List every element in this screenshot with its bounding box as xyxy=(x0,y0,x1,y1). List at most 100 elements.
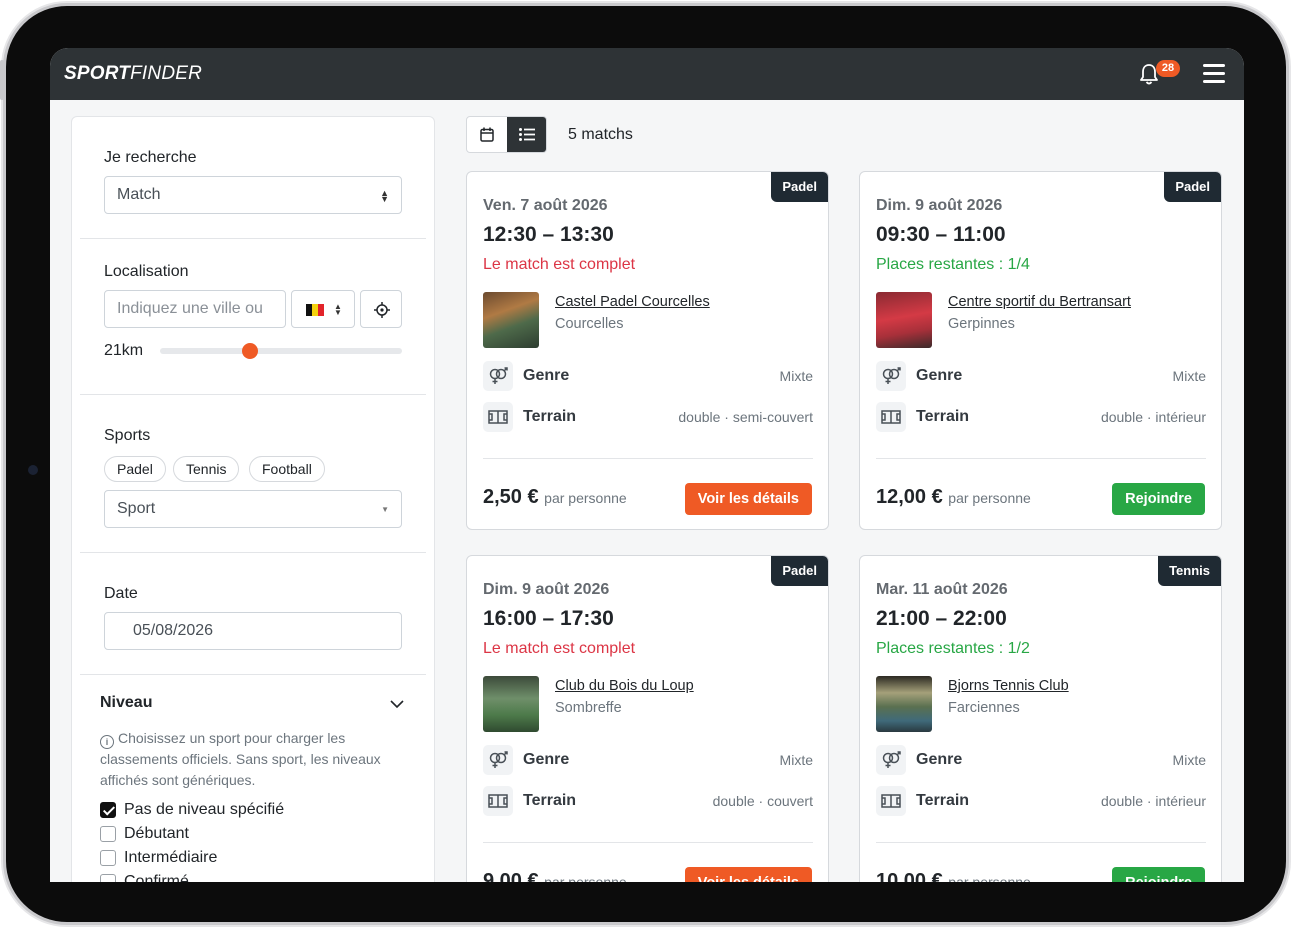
genre-label: Genre xyxy=(916,751,963,768)
radius-slider-thumb[interactable] xyxy=(241,343,258,359)
card-divider xyxy=(876,458,1206,459)
club-name-link[interactable]: Centre sportif du Bertransart xyxy=(948,294,1131,310)
geolocate-button[interactable] xyxy=(360,290,402,328)
sport-chip-football[interactable]: Football xyxy=(249,456,325,482)
section-divider xyxy=(80,552,426,553)
terrain-row: Terrain double · intérieur xyxy=(876,402,1206,432)
match-time: 16:00 – 17:30 xyxy=(483,607,614,630)
date-label: Date xyxy=(104,585,138,602)
gender-icon xyxy=(483,745,513,775)
level-title[interactable]: Niveau xyxy=(100,694,152,712)
genre-label: Genre xyxy=(916,367,963,384)
match-status: Places restantes : 1/4 xyxy=(876,256,1030,273)
card-divider xyxy=(483,842,813,843)
terrain-label: Terrain xyxy=(523,408,577,425)
sport-chip-tennis[interactable]: Tennis xyxy=(173,456,240,482)
genre-value: Mixte xyxy=(1172,368,1206,384)
terrain-row: Terrain double · intérieur xyxy=(876,786,1206,816)
genre-row: Genre Mixte xyxy=(876,361,1206,391)
city-input[interactable]: Indiquez une ville ou xyxy=(104,290,286,328)
terrain-row: Terrain double · couvert xyxy=(483,786,813,816)
club-name-link[interactable]: Castel Padel Courcelles xyxy=(555,294,710,310)
sport-badge: Padel xyxy=(771,556,828,586)
sport-badge: Padel xyxy=(771,172,828,202)
front-camera xyxy=(28,465,38,475)
club-photo xyxy=(876,292,932,348)
tablet-side-button xyxy=(0,60,4,100)
location-label: Localisation xyxy=(104,263,189,280)
terrain-value: double · semi-couvert xyxy=(678,409,813,425)
sport-chip-padel[interactable]: Padel xyxy=(104,456,166,482)
gender-icon xyxy=(876,745,906,775)
view-details-button[interactable]: Voir les détails xyxy=(684,483,812,515)
club-city: Gerpinnes xyxy=(948,316,1015,332)
court-icon xyxy=(483,402,513,432)
select-arrows-icon: ▲ ▼ xyxy=(380,188,389,204)
match-price: 12,00 € par personne xyxy=(876,486,1031,508)
match-date: Mar. 11 août 2026 xyxy=(876,581,1008,598)
gender-icon xyxy=(483,361,513,391)
top-navbar: SPORTFINDER 28 xyxy=(50,48,1244,100)
date-input[interactable]: 05/08/2026 xyxy=(104,612,402,650)
match-card[interactable]: Padel Ven. 7 août 2026 12:30 – 13:30 Le … xyxy=(466,171,829,530)
level-option-confirmed[interactable]: Confirmé xyxy=(100,872,189,882)
genre-row: Genre Mixte xyxy=(876,745,1206,775)
club-name-link[interactable]: Club du Bois du Loup xyxy=(555,678,694,694)
filters-sidebar: Je recherche Match ▲ ▼ Localisation Indiq… xyxy=(71,116,435,882)
match-price: 10,00 € par personne xyxy=(876,870,1031,882)
select-arrows-icon: ▲ ▼ xyxy=(334,302,342,317)
match-time: 21:00 – 22:00 xyxy=(876,607,1007,630)
level-option-beginner[interactable]: Débutant xyxy=(100,824,189,844)
club-photo xyxy=(483,676,539,732)
info-icon: i xyxy=(100,735,114,749)
match-card[interactable]: Tennis Mar. 11 août 2026 21:00 – 22:00 P… xyxy=(859,555,1222,882)
genre-label: Genre xyxy=(523,367,570,384)
genre-label: Genre xyxy=(523,751,570,768)
chevron-down-icon[interactable] xyxy=(390,697,404,711)
country-select[interactable]: ▲ ▼ xyxy=(291,290,355,328)
match-time: 12:30 – 13:30 xyxy=(483,223,614,246)
sport-select[interactable]: Sport ▼ xyxy=(104,490,402,528)
join-button[interactable]: Rejoindre xyxy=(1112,867,1205,882)
court-icon xyxy=(876,402,906,432)
calendar-view-button[interactable] xyxy=(467,117,507,152)
checkbox[interactable] xyxy=(100,826,116,842)
club-city: Courcelles xyxy=(555,316,624,332)
match-card[interactable]: Padel Dim. 9 août 2026 09:30 – 11:00 Pla… xyxy=(859,171,1222,530)
match-time: 09:30 – 11:00 xyxy=(876,223,1006,246)
club-name-link[interactable]: Bjorns Tennis Club xyxy=(948,678,1069,694)
sportfinder-logo[interactable]: SPORTFINDER xyxy=(64,63,202,85)
club-city: Sombreffe xyxy=(555,700,622,716)
match-status: Places restantes : 1/2 xyxy=(876,640,1030,657)
list-icon xyxy=(519,128,535,141)
terrain-label: Terrain xyxy=(523,792,577,809)
level-option-intermediate[interactable]: Intermédiaire xyxy=(100,848,217,868)
checkbox[interactable] xyxy=(100,850,116,866)
club-photo xyxy=(483,292,539,348)
checkbox[interactable] xyxy=(100,874,116,882)
search-type-label: Je recherche xyxy=(104,149,197,166)
belgium-flag-icon xyxy=(306,304,324,316)
genre-value: Mixte xyxy=(1172,752,1206,768)
match-date: Ven. 7 août 2026 xyxy=(483,197,608,214)
crosshair-icon xyxy=(374,302,390,318)
radius-slider-track[interactable] xyxy=(160,348,402,354)
app-screen: SPORTFINDER 28 Je recherche Match ▲ ▼ Loc… xyxy=(50,48,1244,882)
view-details-button[interactable]: Voir les détails xyxy=(684,867,812,882)
calendar-icon xyxy=(480,127,494,142)
level-info-text: i Choisissez un sport pour charger les cl… xyxy=(100,730,381,788)
list-view-button[interactable] xyxy=(507,117,546,152)
court-icon xyxy=(876,786,906,816)
search-type-select[interactable]: Match ▲ ▼ xyxy=(104,176,402,214)
court-icon xyxy=(483,786,513,816)
genre-row: Genre Mixte xyxy=(483,745,813,775)
join-button[interactable]: Rejoindre xyxy=(1112,483,1205,515)
checkbox-checked[interactable] xyxy=(100,802,116,818)
match-card[interactable]: Padel Dim. 9 août 2026 16:00 – 17:30 Le … xyxy=(466,555,829,882)
hamburger-menu-icon[interactable] xyxy=(1203,64,1225,84)
terrain-value: double · couvert xyxy=(712,793,813,809)
level-option-none[interactable]: Pas de niveau spécifié xyxy=(100,800,284,820)
view-toggle xyxy=(466,116,547,153)
terrain-label: Terrain xyxy=(916,792,970,809)
terrain-label: Terrain xyxy=(916,408,970,425)
